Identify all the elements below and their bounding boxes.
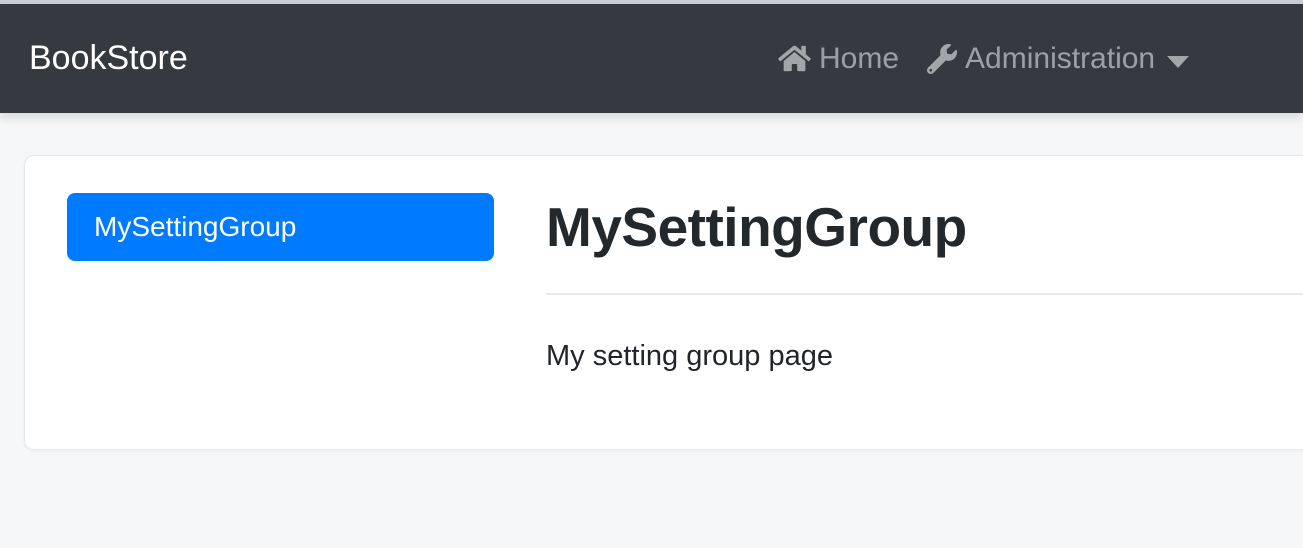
settings-tab-list: MySettingGroup [67, 193, 494, 261]
wrench-icon [927, 43, 958, 74]
nav-item-home-label: Home [819, 41, 900, 75]
settings-card: MySettingGroup MySettingGroup My setting… [24, 155, 1303, 450]
page-title: MySettingGroup [546, 196, 967, 258]
navbar-menu: Home Administration [778, 4, 1190, 113]
nav-item-administration-label: Administration [965, 41, 1156, 75]
settings-content: MySettingGroup My setting group page [546, 156, 1303, 449]
page-description: My setting group page [546, 340, 833, 372]
navbar: BookStore Home Administration [0, 4, 1303, 113]
brand-link[interactable]: BookStore [29, 4, 188, 113]
home-icon [778, 44, 811, 73]
nav-item-home[interactable]: Home [778, 42, 899, 76]
tab-my-setting-group[interactable]: MySettingGroup [67, 193, 494, 261]
chevron-down-icon [1167, 55, 1190, 68]
divider [546, 293, 1303, 295]
nav-item-administration[interactable]: Administration [927, 41, 1190, 76]
